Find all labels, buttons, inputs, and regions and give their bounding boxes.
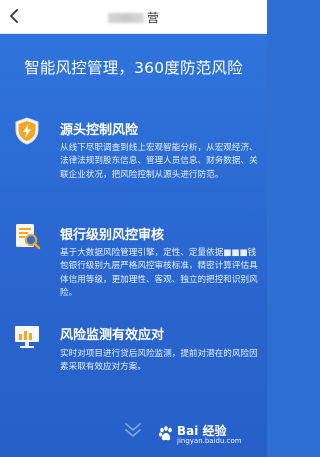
page-title-suffix: 营 bbox=[146, 11, 159, 25]
feature-section-risk-monitoring: 风险监测有效应对 实时对项目进行贷后风险监测，提前对潜在的风险因素采取有效应对方… bbox=[0, 320, 267, 400]
watermark-url: jingyan.baidu.com bbox=[177, 437, 242, 445]
chevron-down-icon[interactable] bbox=[121, 418, 145, 442]
headline: 智能风控管理，360度防范风险 bbox=[24, 59, 243, 77]
section-body: 基于大数据风险管理引擎，定性、定量依据■■■钱包银行级别九层严格风控审核标准，精… bbox=[60, 248, 258, 299]
feature-section-source-control: 源头控制风险 从线下尽职调查到线上宏观智能分析，从宏观经济、法律法规到股东信息、… bbox=[0, 112, 267, 222]
section-body: 从线下尽职调查到线上宏观智能分析，从宏观经济、法律法规到股东信息、管理人员信息、… bbox=[60, 143, 258, 180]
redacted-app-name bbox=[107, 13, 144, 23]
app-bar: 营 bbox=[0, 0, 267, 34]
section-title: 风险监测有效应对 bbox=[60, 328, 165, 343]
monitor-chart-icon bbox=[12, 322, 42, 352]
section-body: 实时对项目进行贷后风险监测，提前对潜在的风险因素采取有效应对方案。 bbox=[60, 349, 258, 373]
feature-section-bank-review: 银行级别风控审核 基于大数据风险管理引擎，定性、定量依据■■■钱包银行级别九层严… bbox=[0, 217, 267, 327]
section-title: 源头控制风险 bbox=[60, 123, 139, 138]
document-search-icon bbox=[12, 221, 42, 251]
baidu-jingyan-watermark: Bai 经验 jingyan.baidu.com bbox=[157, 422, 265, 450]
paw-logo-icon bbox=[157, 425, 175, 443]
shield-lightning-icon bbox=[12, 116, 42, 146]
feature-panel: 智能风控管理，360度防范风险 源头控制风险 从线下尽职调查到线上宏观智能分析，… bbox=[0, 34, 267, 457]
section-title: 银行级别风控审核 bbox=[60, 228, 165, 243]
page-title: 营 bbox=[0, 9, 267, 26]
